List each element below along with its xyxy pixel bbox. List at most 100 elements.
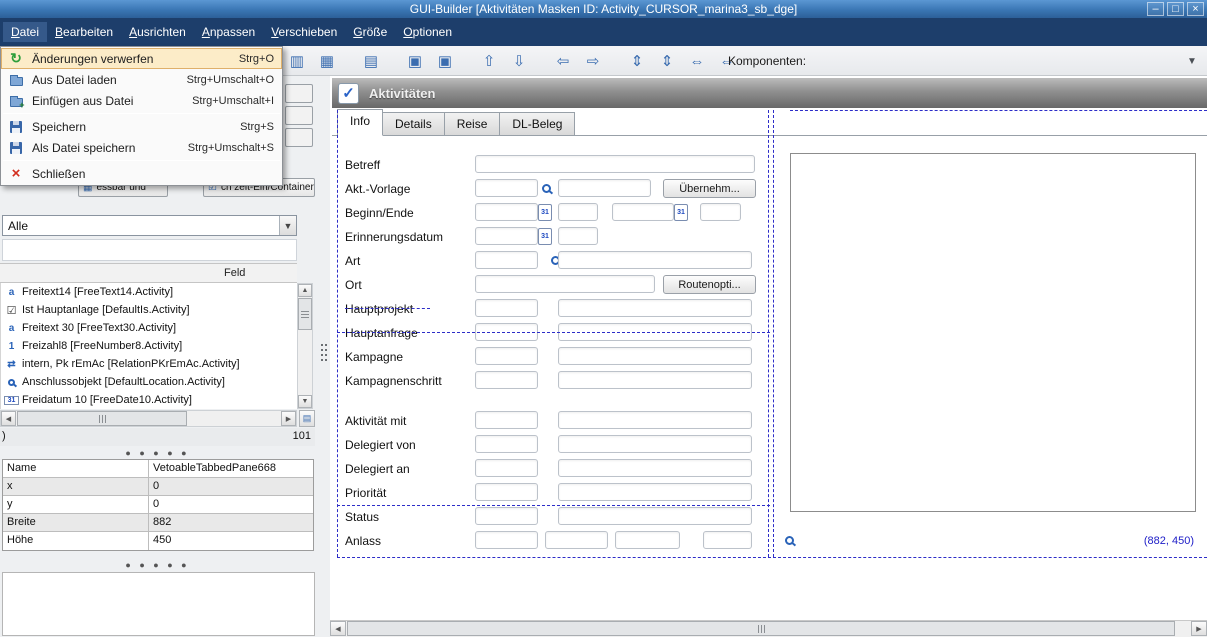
form-field[interactable] bbox=[475, 347, 538, 365]
menubar-item-optionen[interactable]: Optionen bbox=[395, 22, 460, 42]
form-field[interactable] bbox=[558, 347, 752, 365]
tab-dl-beleg[interactable]: DL-Beleg bbox=[500, 112, 575, 136]
form-field[interactable] bbox=[475, 203, 538, 221]
form-field[interactable] bbox=[545, 531, 608, 549]
splitter-grip-horizontal[interactable]: ● ● ● ● ● bbox=[0, 560, 315, 570]
form-field[interactable] bbox=[475, 435, 538, 453]
form-field[interactable] bbox=[475, 275, 655, 293]
minimize-button[interactable]: – bbox=[1147, 2, 1164, 16]
canvas-horizontal-scrollbar[interactable]: ◀ ▶ bbox=[330, 620, 1207, 637]
field-list-item[interactable]: aFreitext 30 [FreeText30.Activity] bbox=[1, 319, 297, 337]
filter-input[interactable] bbox=[2, 239, 297, 261]
paste-frame-icon[interactable]: ▣ bbox=[434, 50, 456, 72]
tab-info[interactable]: Info bbox=[337, 109, 383, 136]
copy-frame-icon[interactable]: ▣ bbox=[404, 50, 426, 72]
menubar-item-anpassen[interactable]: Anpassen bbox=[194, 22, 263, 42]
menubar-item-verschieben[interactable]: Verschieben bbox=[263, 22, 345, 42]
property-row[interactable]: NameVetoableTabbedPane668 bbox=[3, 460, 313, 478]
scroll-right-arrow[interactable]: ▶ bbox=[1191, 621, 1207, 636]
form-field[interactable] bbox=[612, 203, 674, 221]
tab-reise[interactable]: Reise bbox=[445, 112, 501, 136]
scroll-thumb[interactable] bbox=[298, 298, 312, 330]
list-vertical-scrollbar[interactable]: ▲ ▼ bbox=[297, 283, 313, 409]
resize-height-icon[interactable]: ⇕ bbox=[626, 50, 648, 72]
field-list-item[interactable]: 31Freidatum 10 [FreeDate10.Activity] bbox=[1, 391, 297, 409]
close-button[interactable]: × bbox=[1187, 2, 1204, 16]
filter-dropdown[interactable]: Alle ▼ bbox=[2, 215, 297, 236]
designed-panel[interactable] bbox=[790, 153, 1196, 512]
panel-splitter[interactable] bbox=[317, 76, 330, 637]
file-menu-item-4[interactable]: SpeichernStrg+S bbox=[1, 116, 282, 137]
form-field[interactable] bbox=[558, 483, 752, 501]
form-field[interactable] bbox=[475, 227, 538, 245]
form-field[interactable] bbox=[475, 371, 538, 389]
form-field[interactable] bbox=[703, 531, 752, 549]
splitter-grip-horizontal[interactable]: ● ● ● ● ● bbox=[0, 448, 315, 458]
move-down-icon[interactable]: ⇩ bbox=[508, 50, 530, 72]
panel-button-stub[interactable] bbox=[285, 106, 313, 125]
form-field[interactable] bbox=[558, 251, 752, 269]
field-list-item[interactable]: 1Freizahl8 [FreeNumber8.Activity] bbox=[1, 337, 297, 355]
form-field[interactable] bbox=[475, 483, 538, 501]
tab-details[interactable]: Details bbox=[383, 112, 445, 136]
field-list-item[interactable]: Anschlussobjekt [DefaultLocation.Activit… bbox=[1, 373, 297, 391]
columns-view-icon[interactable]: ▥ bbox=[286, 50, 308, 72]
property-row[interactable]: x0 bbox=[3, 478, 313, 496]
form-field[interactable] bbox=[475, 411, 538, 429]
form-field[interactable] bbox=[558, 507, 752, 525]
form-field[interactable] bbox=[558, 227, 598, 245]
property-row[interactable]: Höhe450 bbox=[3, 532, 313, 550]
scroll-up-arrow[interactable]: ▲ bbox=[298, 284, 312, 297]
form-button[interactable]: Routenopti... bbox=[663, 275, 756, 294]
form-field[interactable] bbox=[700, 203, 741, 221]
table-view-icon[interactable]: ▤ bbox=[360, 50, 382, 72]
move-left-icon[interactable]: ⇦ bbox=[552, 50, 574, 72]
file-menu-item-1[interactable]: Aus Datei ladenStrg+Umschalt+O bbox=[1, 69, 282, 90]
form-field[interactable] bbox=[475, 507, 538, 525]
field-list-item[interactable]: ⇄intern, Pk rEmAc [RelationPKrEmAc.Activ… bbox=[1, 355, 297, 373]
menubar-item-datei[interactable]: Datei bbox=[3, 22, 47, 42]
form-field[interactable] bbox=[475, 299, 538, 317]
property-row[interactable]: y0 bbox=[3, 496, 313, 514]
scroll-thumb[interactable] bbox=[17, 411, 187, 426]
grid-view-icon[interactable]: ▦ bbox=[316, 50, 338, 72]
maximize-button[interactable]: □ bbox=[1167, 2, 1184, 16]
lookup-icon[interactable] bbox=[785, 536, 794, 545]
menubar-item-bearbeiten[interactable]: Bearbeiten bbox=[47, 22, 121, 42]
scroll-right-arrow[interactable]: ▶ bbox=[281, 411, 296, 426]
scroll-down-arrow[interactable]: ▼ bbox=[298, 395, 312, 408]
fields-view-button[interactable]: ▤ bbox=[299, 410, 315, 427]
form-field[interactable] bbox=[475, 459, 538, 477]
move-up-icon[interactable]: ⇧ bbox=[478, 50, 500, 72]
form-button[interactable]: Übernehm... bbox=[663, 179, 756, 198]
resize-height-alt-icon[interactable]: ⇕ bbox=[656, 50, 678, 72]
file-menu-item-7[interactable]: ×Schließen bbox=[1, 163, 282, 184]
panel-button-stub[interactable] bbox=[285, 84, 313, 103]
resize-width-icon[interactable]: ⇔ bbox=[686, 50, 708, 72]
form-field[interactable] bbox=[475, 531, 538, 549]
form-field[interactable] bbox=[558, 299, 752, 317]
form-field[interactable] bbox=[475, 155, 755, 173]
calendar-button[interactable]: 31 bbox=[674, 204, 688, 221]
calendar-button[interactable]: 31 bbox=[538, 228, 552, 245]
menubar-item-ausrichten[interactable]: Ausrichten bbox=[121, 22, 194, 42]
scroll-left-arrow[interactable]: ◀ bbox=[330, 621, 346, 636]
property-row[interactable]: Breite882 bbox=[3, 514, 313, 532]
file-menu-item-0[interactable]: ↻Änderungen verwerfenStrg+O bbox=[1, 48, 282, 69]
menubar-item-größe[interactable]: Größe bbox=[345, 22, 395, 42]
form-field[interactable] bbox=[558, 459, 752, 477]
field-list-item[interactable]: aFreitext14 [FreeText14.Activity] bbox=[1, 283, 297, 301]
form-field[interactable] bbox=[475, 179, 538, 197]
lookup-icon[interactable] bbox=[542, 184, 551, 193]
form-field[interactable] bbox=[558, 371, 752, 389]
file-menu-item-5[interactable]: Als Datei speichernStrg+Umschalt+S bbox=[1, 137, 282, 158]
form-titlebar[interactable]: ✓ Aktivitäten bbox=[332, 78, 1207, 108]
form-field[interactable] bbox=[558, 179, 651, 197]
form-field[interactable] bbox=[558, 203, 598, 221]
file-menu-item-2[interactable]: Einfügen aus DateiStrg+Umschalt+I bbox=[1, 90, 282, 111]
list-horizontal-scrollbar[interactable]: ◀ ▶ bbox=[0, 410, 297, 427]
form-field[interactable] bbox=[475, 251, 538, 269]
move-right-icon[interactable]: ⇨ bbox=[582, 50, 604, 72]
chevron-down-icon[interactable]: ▼ bbox=[1184, 54, 1200, 69]
field-list-item[interactable]: ☑Ist Hauptanlage [DefaultIs.Activity] bbox=[1, 301, 297, 319]
